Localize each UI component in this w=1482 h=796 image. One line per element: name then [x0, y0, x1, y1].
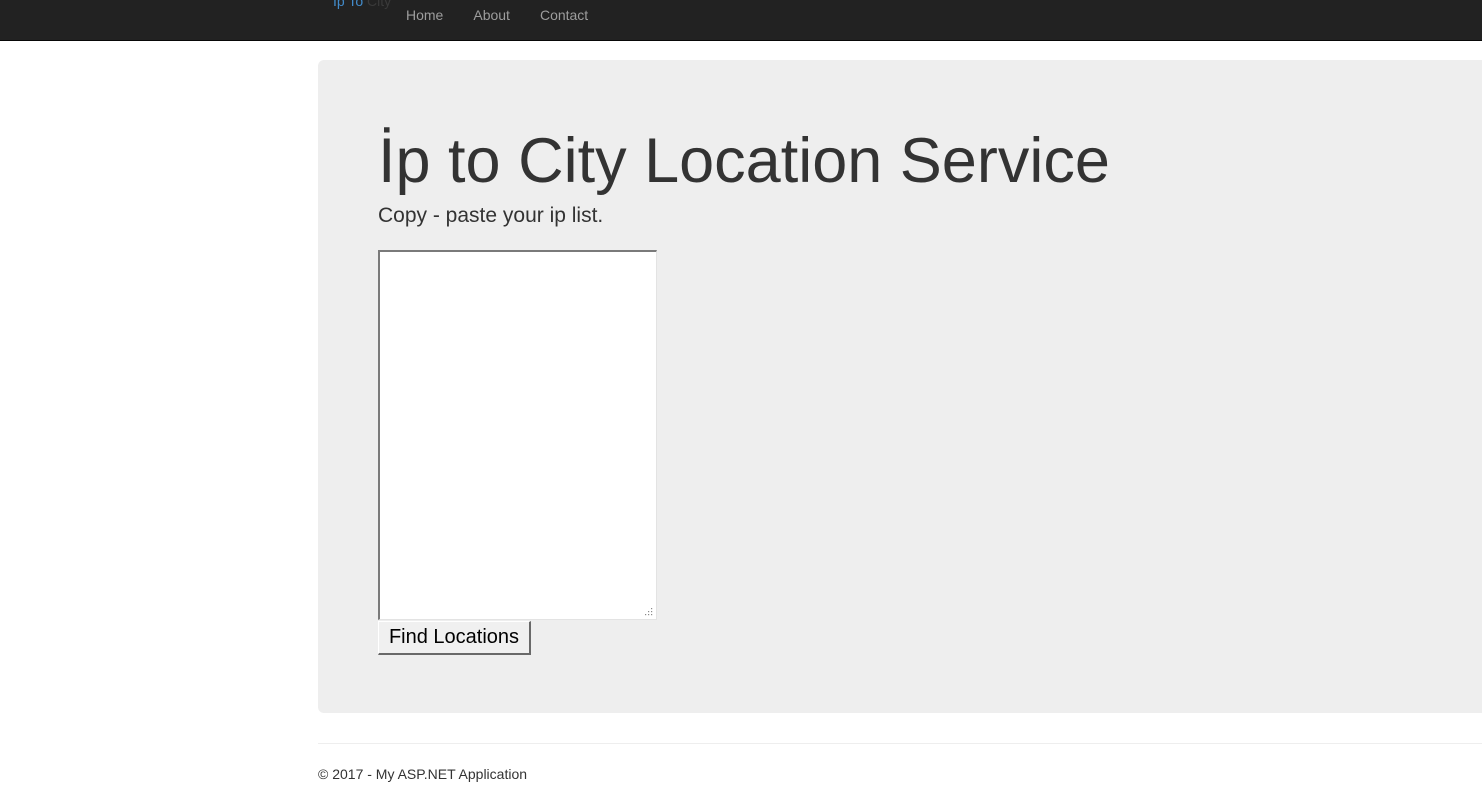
navbar: İp To City Home About Contact	[0, 0, 1482, 41]
nav-about-link[interactable]: About	[458, 0, 525, 30]
jumbotron: İp to City Location Service Copy - paste…	[318, 60, 1482, 713]
nav-home-link[interactable]: Home	[391, 0, 458, 30]
footer-copyright: © 2017 - My ASP.NET Application	[318, 766, 528, 782]
ip-list-textarea[interactable]	[378, 250, 657, 620]
brand-text-part1: İp To	[333, 0, 364, 9]
nav-contact-link[interactable]: Contact	[525, 0, 603, 30]
brand-text-part2: City	[367, 0, 392, 9]
lead-text: Copy - paste your ip list.	[378, 204, 604, 227]
resize-grip-icon[interactable]	[643, 606, 653, 616]
brand-link[interactable]: İp To City	[333, 0, 391, 9]
page-title: İp to City Location Service	[378, 126, 1110, 196]
nav-links: Home About Contact	[391, 0, 603, 30]
footer-divider	[318, 743, 1482, 744]
find-locations-button[interactable]: Find Locations	[378, 621, 531, 655]
